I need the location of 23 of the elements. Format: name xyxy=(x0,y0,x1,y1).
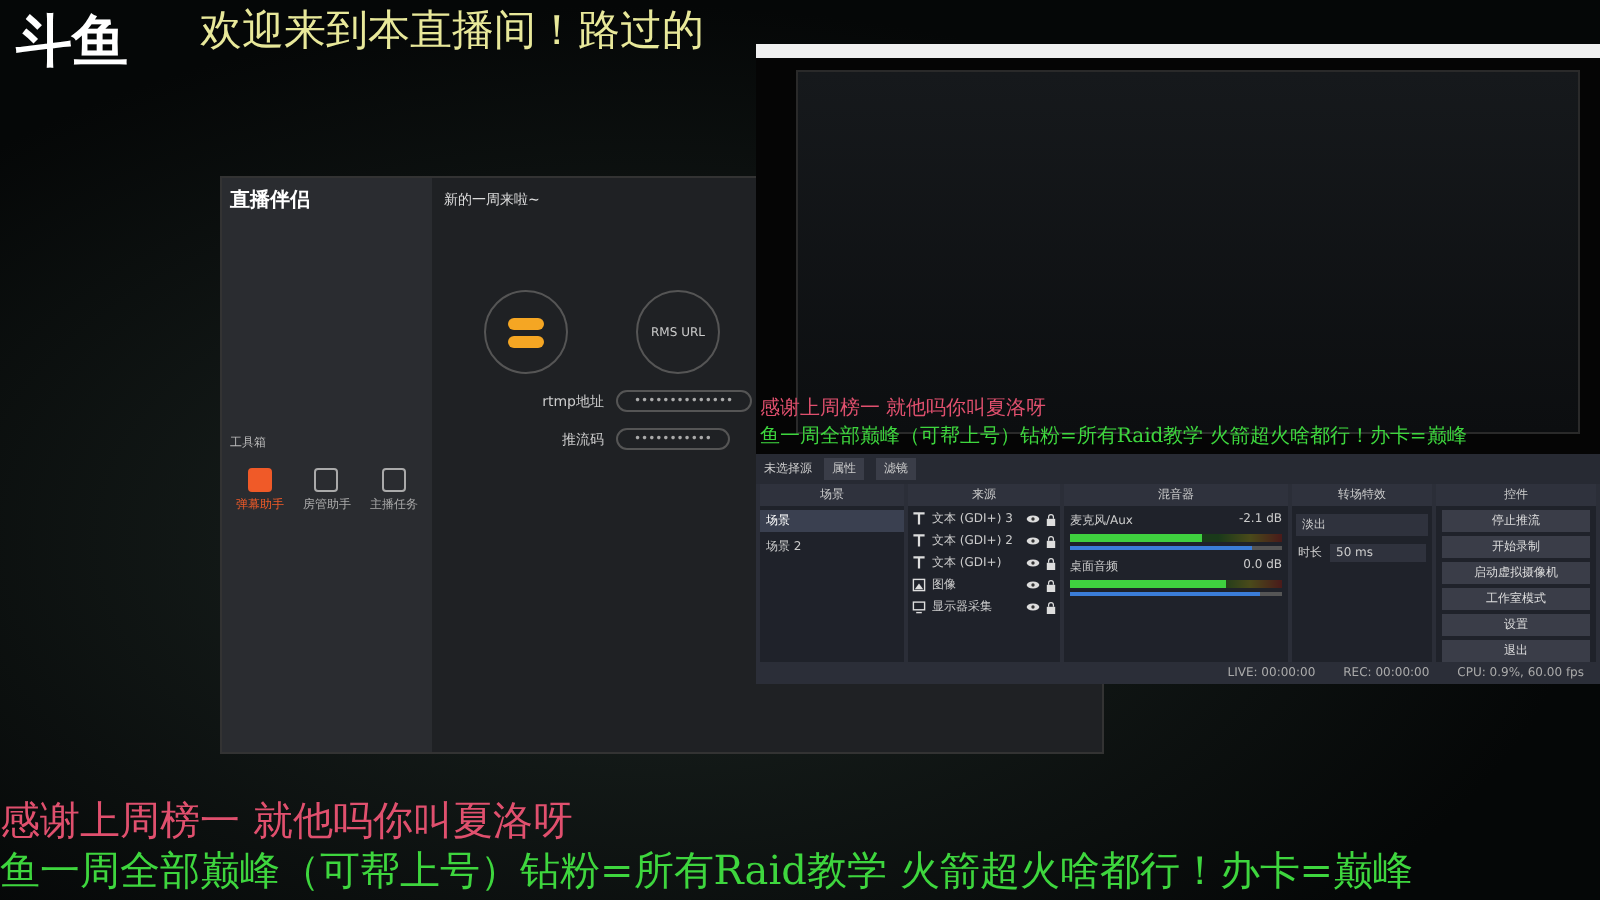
text-icon xyxy=(912,534,926,548)
text-icon xyxy=(912,556,926,570)
welcome-text: 欢迎来到本直播间！路过的 xyxy=(200,4,704,58)
lock-icon[interactable] xyxy=(1046,535,1056,547)
eye-icon[interactable] xyxy=(1026,602,1040,612)
preview-caption: 感谢上周榜一 就他吗你叫夏洛呀 xyxy=(760,395,1047,422)
lock-icon[interactable] xyxy=(1046,557,1056,569)
eye-icon[interactable] xyxy=(1026,514,1040,524)
step-drawing xyxy=(484,290,568,374)
monitor-icon xyxy=(912,600,926,614)
eye-icon[interactable] xyxy=(1026,580,1040,590)
lock-icon[interactable] xyxy=(1046,601,1056,613)
eye-icon[interactable] xyxy=(1026,558,1040,568)
eye-icon[interactable] xyxy=(1026,536,1040,546)
image-icon xyxy=(912,578,926,592)
lock-icon[interactable] xyxy=(1046,513,1056,525)
scrolling-caption: 鱼一周全部巅峰（可帮上号）钻粉=所有Raid教学 火箭超火啥都行！办卡=巅峰 xyxy=(0,846,1414,896)
text-icon xyxy=(912,512,926,526)
lock-icon[interactable] xyxy=(1046,579,1056,591)
logo: 斗鱼 xyxy=(16,6,128,78)
app-title: 直播伴侣 xyxy=(230,187,312,214)
preview-caption: 鱼一周全部巅峰（可帮上号）钻粉=所有Raid教学 火箭超火啥都行！办卡=巅峰 xyxy=(760,423,1467,450)
scrolling-caption: 感谢上周榜一 就他吗你叫夏洛呀 xyxy=(0,796,575,846)
